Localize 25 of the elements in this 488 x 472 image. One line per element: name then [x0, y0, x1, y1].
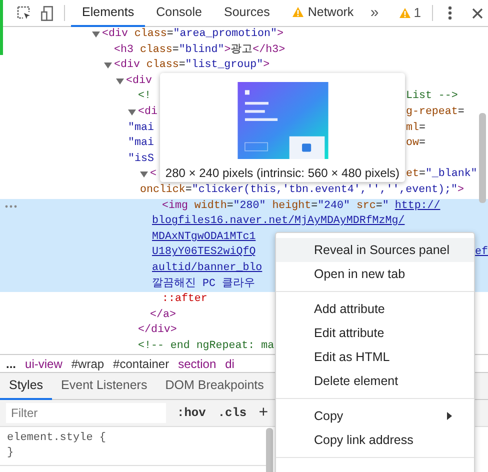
code-line: <div — [126, 74, 152, 87]
code-line: <h3 class="blind">광고</h3> — [114, 44, 286, 56]
closing-tag: </a> — [150, 308, 176, 321]
code-line: 깔끔해진 PC 클라우 — [152, 278, 255, 290]
code-line: onclick="clicker(this,'tbn.event4','','',event);"> — [140, 184, 464, 196]
code-line: <div class="list_group"> — [114, 59, 270, 72]
comment-line: List --> — [406, 89, 458, 104]
code-line: <di — [138, 106, 158, 118]
style-rule-text: element.style { — [7, 431, 108, 446]
pseudo-element-line: ::after — [162, 293, 208, 306]
code-line: g-repeat= — [406, 104, 464, 120]
code-line: ow= — [406, 136, 426, 152]
code-line: ml= — [406, 120, 426, 136]
style-rule-text: } — [7, 446, 15, 461]
code-line: et="_blank" — [406, 167, 478, 182]
closing-tag: </div> — [138, 324, 177, 336]
code-line: <img width="280" height="240" src=" — [162, 200, 389, 212]
image-size-caption: 280 × 240 pixels (intrinsic: 560 × 480 pixels) — [165, 165, 400, 182]
comment-line: <!-- end ngRepeat: ma — [138, 340, 274, 352]
code-line: "mai — [128, 137, 154, 150]
code-line: <div class="area_promotion"> — [102, 28, 284, 40]
code-line: "isS — [128, 152, 154, 165]
code-line: < — [150, 168, 156, 180]
comment-line: <! — [138, 90, 151, 102]
code-line: "mai — [128, 122, 154, 134]
